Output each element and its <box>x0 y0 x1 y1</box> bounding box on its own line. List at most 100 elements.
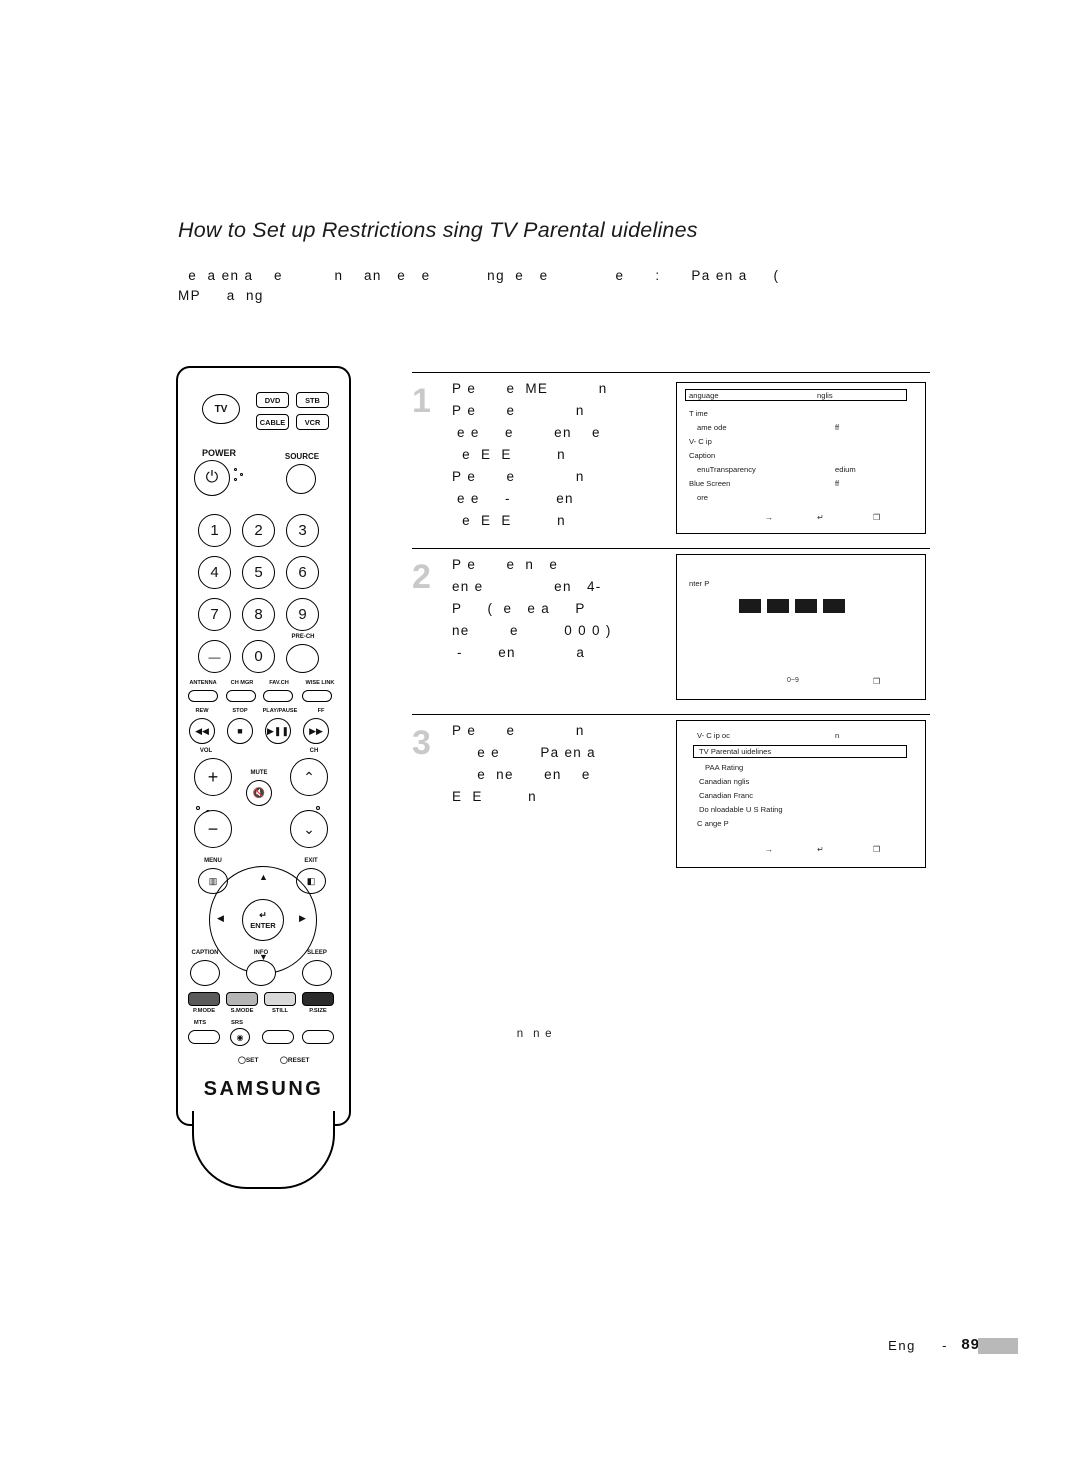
step-3-divider <box>412 714 930 715</box>
remote-antenna-label: ANTENNA <box>189 680 217 686</box>
osd2-prompt: nter P <box>689 579 710 588</box>
remote-ff-button: ▶▶ <box>303 718 329 744</box>
remote-number-1: 1 <box>198 514 231 547</box>
remote-chmgr-button <box>226 690 256 702</box>
remote-wiselink-label: WISE LINK <box>305 680 335 686</box>
remote-number-6-label: 6 <box>298 564 307 581</box>
step-3-text: P e e n e e Pa en a e ne en e E E n <box>452 723 596 804</box>
remote-number-8-label: 8 <box>254 606 263 623</box>
osd3-row-change-pin: C ange P <box>697 819 729 828</box>
remote-menu-label: MENU <box>204 858 222 864</box>
remote-dpad-left-icon: ◀ <box>217 913 224 923</box>
remote-dvd-label: DVD <box>264 395 281 405</box>
osd1-language-label: anguage <box>689 391 719 400</box>
remote-number-9: 9 <box>286 598 319 631</box>
step-3-number: 3 <box>412 724 431 762</box>
remote-dpad: ↵ ENTER ▲ ▼ ◀ ▶ <box>209 866 317 974</box>
step-2-divider <box>412 548 930 549</box>
remote-channel-up-button: ⌃ <box>290 758 328 796</box>
osd2-number-icon: 0~9 <box>787 677 799 684</box>
osd1-row-time-label: T ime <box>689 409 708 418</box>
remote-rew-button: ◀◀ <box>189 718 215 744</box>
osd1-enter-icon: ↵ <box>817 513 824 522</box>
remote-ch-label: CH <box>309 748 319 754</box>
remote-playpause-button: ▶❚❚ <box>265 718 291 744</box>
osd-screen-setup: anguage nglis T ime ame ode ff V- C ip C… <box>676 382 926 534</box>
osd1-row-gamemode-value: ff <box>835 423 840 432</box>
remote-cable-button: CABLE <box>256 414 289 430</box>
remote-number-3: 3 <box>286 514 319 547</box>
remote-mute-label: MUTE <box>250 770 268 776</box>
remote-minus-button: — <box>198 640 231 673</box>
remote-srs-label: SRS <box>231 1020 243 1026</box>
remote-mts-button <box>188 1030 220 1044</box>
osd3-vchip-lock-value: n <box>835 731 840 740</box>
osd-screen-vchip: V- C ip oc n TV Parental uidelines PAA R… <box>676 720 926 868</box>
remote-control-illustration: TV DVD STB CABLE VCR POWER ⏻ SOURCE 1 2 … <box>176 366 356 1191</box>
osd3-row-canadian-french: Canadian Franc <box>699 791 754 800</box>
remote-source-button <box>286 464 316 494</box>
osd1-row-menutransparency-label: enuTransparency <box>697 465 756 474</box>
remote-dot-2 <box>234 478 237 481</box>
remote-vol-label: VOL <box>199 748 213 754</box>
remote-sleep-button <box>302 960 332 986</box>
remote-vcr-label: VCR <box>304 417 321 427</box>
osd2-return-icon: ❒ <box>873 677 881 686</box>
step-1-number: 1 <box>412 382 431 420</box>
remote-number-2: 2 <box>242 514 275 547</box>
remote-bottom <box>192 1111 335 1189</box>
osd3-enter-icon: ↵ <box>817 845 824 854</box>
remote-number-1-label: 1 <box>210 522 219 539</box>
osd2-pin-digit-1 <box>739 599 761 613</box>
remote-still-label: STILL <box>271 1008 289 1014</box>
remote-ff-label: FF <box>317 708 325 714</box>
remote-dpad-up-icon: ▲ <box>259 872 268 882</box>
osd1-language-value: nglis <box>817 391 833 400</box>
remote-blank-button-2 <box>302 1030 334 1044</box>
remote-reset-label: RESET <box>287 1057 310 1064</box>
remote-dvd-button: DVD <box>256 392 289 408</box>
remote-cable-label: CABLE <box>259 417 286 427</box>
step-1-divider <box>412 372 930 373</box>
osd1-row-gamemode-label: ame ode <box>697 423 727 432</box>
remote-channel-down-button: ⌄ <box>290 810 328 848</box>
remote-number-3-label: 3 <box>298 522 307 539</box>
remote-playpause-label: PLAY/PAUSE <box>262 708 298 714</box>
remote-sleep-label: SLEEP <box>307 950 327 956</box>
remote-dot-1 <box>234 468 237 471</box>
osd1-row-menutransparency-value: edium <box>835 465 856 474</box>
remote-number-7: 7 <box>198 598 231 631</box>
remote-smode-button <box>226 992 258 1006</box>
osd1-row-bluescreen-label: Blue Screen <box>689 479 731 488</box>
osd3-row-canadian-english: Canadian nglis <box>699 777 750 786</box>
remote-vcr-button: VCR <box>296 414 329 430</box>
remote-info-button <box>246 960 276 986</box>
remote-prech-button <box>286 644 319 673</box>
remote-favch-label: FAV.CH <box>269 680 289 686</box>
remote-number-2-label: 2 <box>254 522 263 539</box>
osd2-pin-digit-4 <box>823 599 845 613</box>
remote-favch-button <box>263 690 293 702</box>
step-1-text: P e e ME n P e e n e e e en e e E E n P … <box>452 381 608 528</box>
remote-mute-button: 🔇 <box>246 780 272 806</box>
remote-smode-label: S.MODE <box>230 1008 254 1014</box>
remote-psize-button <box>302 992 334 1006</box>
remote-tv-button: TV <box>202 394 240 424</box>
page-title: How to Set up Restrictions sing TV Paren… <box>178 218 698 242</box>
remote-dot-4 <box>196 806 200 810</box>
remote-stop-button: ■ <box>227 718 253 744</box>
remote-volume-down-button: − <box>194 810 232 848</box>
remote-number-5-label: 5 <box>254 564 263 581</box>
remote-number-9-label: 9 <box>298 606 307 623</box>
remote-stb-label: STB <box>305 395 320 405</box>
osd3-row-tv-parental-guidelines: TV Parental uidelines <box>699 747 772 756</box>
remote-stb-button: STB <box>296 392 329 408</box>
remote-srs-button: ◉ <box>230 1028 250 1046</box>
remote-info-label: INFO <box>253 950 269 956</box>
remote-number-6: 6 <box>286 556 319 589</box>
remote-number-7-label: 7 <box>210 606 219 623</box>
continued-note: n n e <box>508 1028 571 1040</box>
step-2-number: 2 <box>412 558 431 596</box>
remote-enter-label: ENTER <box>250 921 276 930</box>
step-2-text: P e e n e en e en 4- P ( e e a P ne e 0 … <box>452 557 612 660</box>
